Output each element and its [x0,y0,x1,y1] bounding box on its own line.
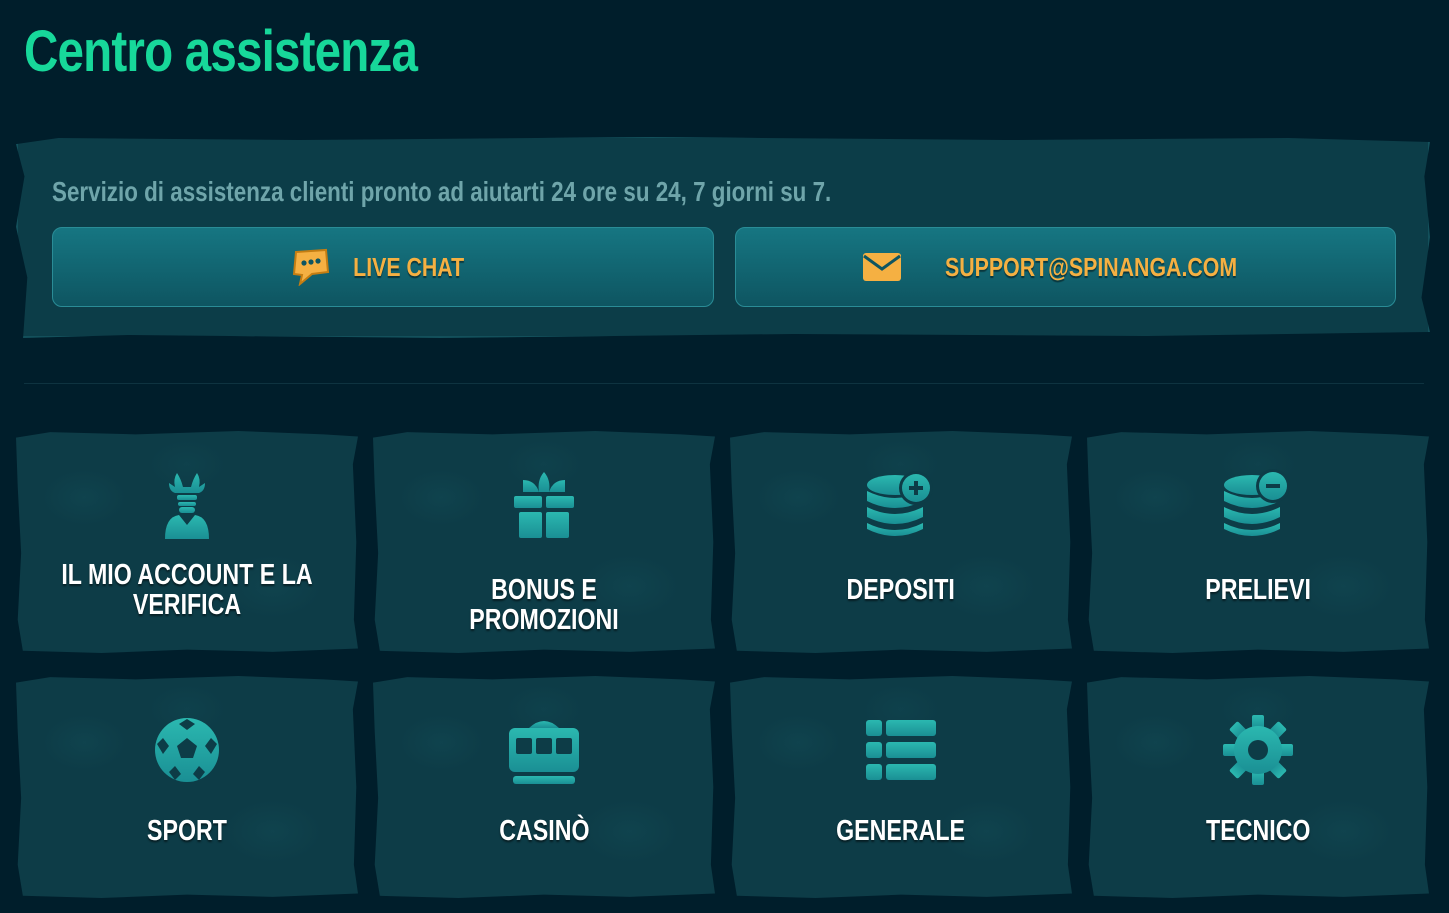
category-tile-sport[interactable]: SPORT [16,676,358,898]
gear-icon [1218,710,1298,790]
category-tile-withdrawals[interactable]: PRELIEVI [1087,431,1429,653]
coins-plus-icon [861,465,941,545]
category-tile-bonus[interactable]: BONUS E PROMOZIONI [373,431,715,653]
account-icon [147,465,227,545]
category-label: PRELIEVI [1205,574,1311,606]
chat-bubble-icon [289,247,331,287]
slot-machine-icon [504,710,584,790]
category-label: TECNICO [1205,815,1311,847]
envelope-icon [861,247,903,287]
list-icon [861,710,941,790]
soccer-ball-icon [147,710,227,790]
email-support-button[interactable]: SUPPORT@SPINANGA.COM [735,227,1396,307]
category-label: SPORT [147,815,227,847]
category-tile-technical[interactable]: TECNICO [1087,676,1429,898]
section-divider [24,383,1424,384]
category-tile-casino[interactable]: CASINÒ [373,676,715,898]
category-label: BONUS E PROMOZIONI [469,574,619,636]
category-tile-account[interactable]: IL MIO ACCOUNT E LA VERIFICA [16,431,358,653]
category-label: DEPOSITI [846,574,956,606]
support-description: Servizio di assistenza clienti pronto ad… [52,176,832,207]
live-chat-label: LIVE CHAT [353,251,465,282]
category-tile-deposits[interactable]: DEPOSITI [730,431,1072,653]
category-label: IL MIO ACCOUNT E LA VERIFICA [61,559,313,621]
category-label: GENERALE [836,815,966,847]
coins-minus-icon [1218,465,1298,545]
category-label: CASINÒ [498,815,590,847]
page-title: Centro assistenza [24,19,418,84]
email-label: SUPPORT@SPINANGA.COM [945,251,1238,282]
help-center-page: Centro assistenza Servizio di assistenza… [0,0,1449,913]
live-chat-button[interactable]: LIVE CHAT [52,227,714,307]
gift-icon [504,465,584,545]
category-tile-general[interactable]: GENERALE [730,676,1072,898]
